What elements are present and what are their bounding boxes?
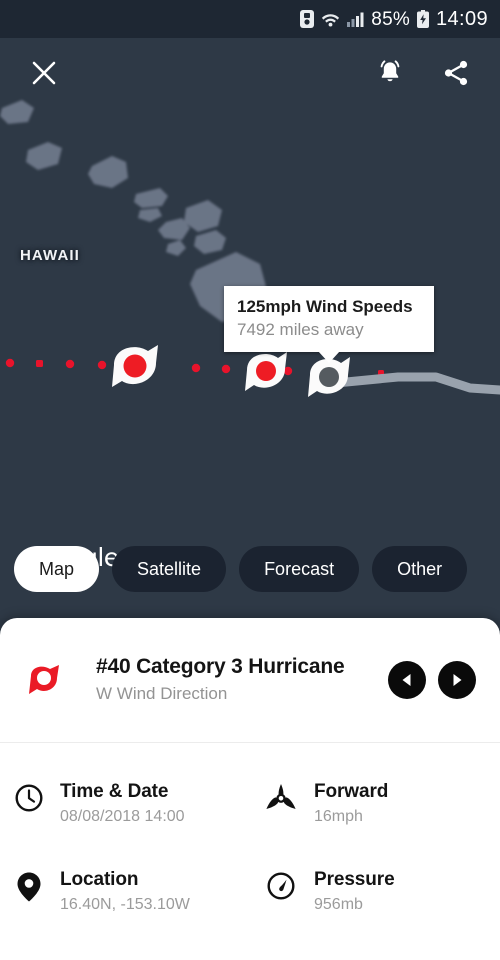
storm-stats-grid: Time & Date 08/08/2018 14:00 Forward 16m… — [0, 743, 500, 943]
tab-forecast-label: Forecast — [264, 558, 335, 579]
previous-storm-button[interactable] — [388, 661, 426, 699]
storm-text-block: #40 Category 3 Hurricane W Wind Directio… — [82, 653, 388, 707]
stat-forward-body: Forward 16mph — [312, 779, 388, 829]
tab-forecast[interactable]: Forecast — [239, 546, 360, 592]
sd-card-icon — [300, 10, 315, 28]
next-storm-button[interactable] — [438, 661, 476, 699]
stat-location-value: 16.40N, -153.10W — [60, 896, 190, 913]
stat-time-label: Time & Date — [60, 781, 169, 802]
close-icon[interactable] — [22, 51, 66, 95]
tab-other[interactable]: Other — [372, 546, 468, 592]
hurricane-icon — [28, 663, 82, 697]
tab-map[interactable]: Map — [14, 546, 100, 592]
stat-pressure-label: Pressure — [314, 869, 395, 890]
storm-title: #40 Category 3 Hurricane — [96, 655, 345, 678]
cellular-signal-icon — [347, 12, 364, 27]
storm-nav-buttons — [388, 661, 476, 699]
map-layer-tabs: Map Satellite Forecast Other — [14, 546, 468, 592]
stat-location: Location 16.40N, -153.10W — [0, 855, 250, 943]
wifi-icon — [321, 12, 340, 27]
tooltip-title: 125mph Wind Speeds — [237, 297, 413, 316]
share-icon[interactable] — [434, 51, 478, 95]
top-action-bar — [0, 38, 500, 108]
chevron-left-icon — [402, 674, 411, 686]
stat-time-body: Time & Date 08/08/2018 14:00 — [58, 779, 185, 829]
stat-time-value: 08/08/2018 14:00 — [60, 808, 185, 825]
location-pin-icon — [0, 867, 58, 903]
tooltip-subtitle: 7492 miles away — [237, 320, 364, 339]
stat-pressure-value: 956mb — [314, 896, 363, 913]
storm-detail-sheet: #40 Category 3 Hurricane W Wind Directio… — [0, 618, 500, 960]
storm-info-tooltip[interactable]: 125mph Wind Speeds 7492 miles away — [224, 286, 434, 363]
stat-time-and-date: Time & Date 08/08/2018 14:00 — [0, 767, 250, 855]
stat-location-body: Location 16.40N, -153.10W — [58, 867, 190, 917]
status-bar: 85% 14:09 — [0, 0, 500, 38]
stat-pressure-body: Pressure 956mb — [312, 867, 395, 917]
storm-header: #40 Category 3 Hurricane W Wind Directio… — [0, 618, 500, 742]
stat-location-label: Location — [60, 869, 139, 890]
battery-percent-text: 85% — [371, 8, 410, 30]
chevron-right-icon — [453, 674, 462, 686]
tab-other-label: Other — [397, 558, 443, 579]
battery-charging-icon — [416, 10, 429, 28]
pressure-gauge-icon — [250, 867, 312, 901]
stat-forward-label: Forward — [314, 781, 389, 802]
propeller-icon — [250, 779, 312, 815]
clock-icon — [0, 779, 58, 813]
tab-satellite-label: Satellite — [137, 558, 202, 579]
status-bar-clock: 14:09 — [435, 8, 488, 30]
tab-satellite[interactable]: Satellite — [112, 546, 227, 592]
tooltip-pointer — [318, 351, 340, 363]
stat-forward: Forward 16mph — [250, 767, 500, 855]
stat-forward-value: 16mph — [314, 808, 363, 825]
storm-subtitle: W Wind Direction — [96, 684, 228, 703]
app-screen: 85% 14:09 HAWAII 125mph Wind Speeds 7492… — [0, 0, 500, 960]
notification-bell-icon[interactable] — [368, 51, 412, 95]
stat-pressure: Pressure 956mb — [250, 855, 500, 943]
tab-map-label: Map — [39, 558, 75, 579]
